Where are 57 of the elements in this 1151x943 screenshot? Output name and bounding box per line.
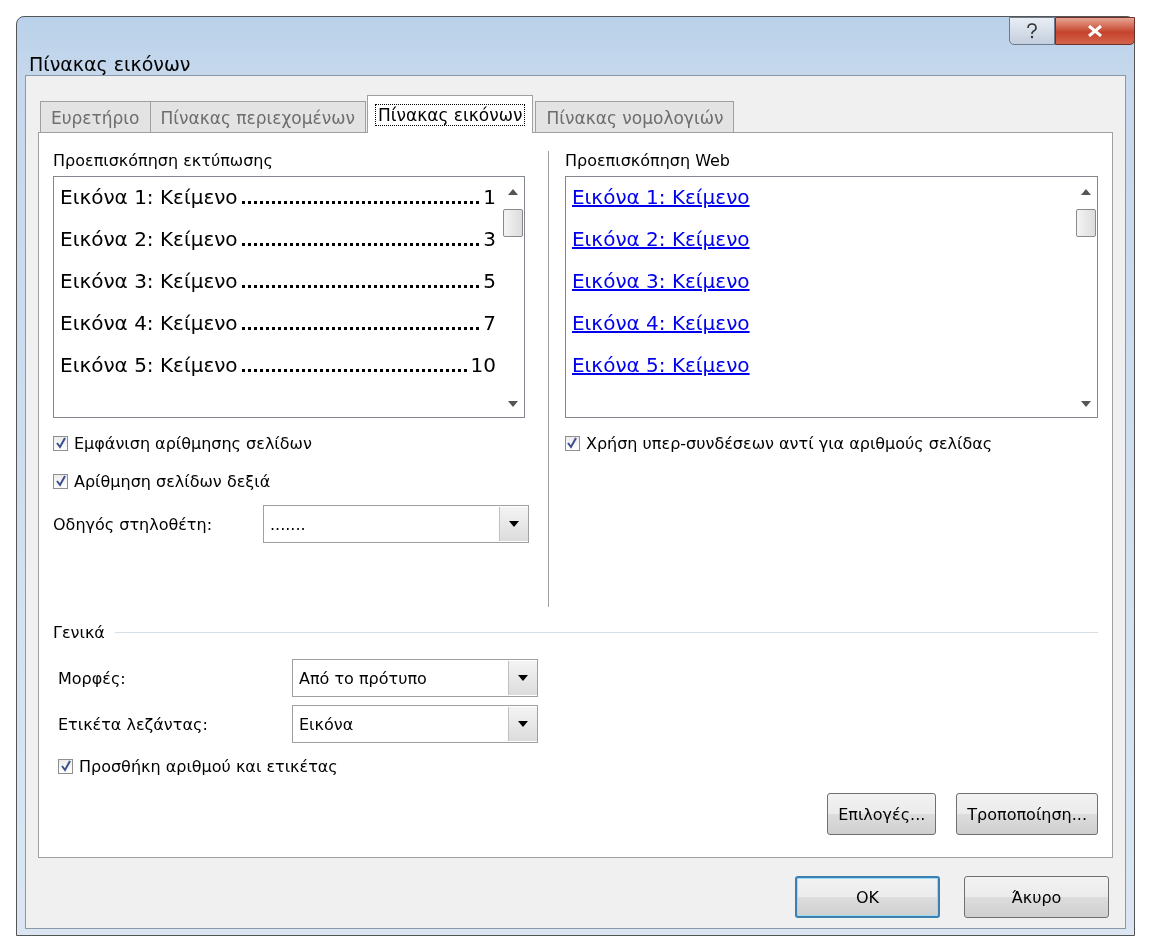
- checkbox-label: Αρίθμηση σελίδων δεξιά: [74, 471, 271, 491]
- button[interactable]: OK: [795, 876, 940, 918]
- hyperlink[interactable]: Εικόνα 1: Κείμενο: [571, 181, 750, 213]
- field-label: Οδηγός στηλοθέτη:: [53, 514, 214, 534]
- scroll-down-arrow-icon: [1081, 401, 1091, 407]
- dropdown-button[interactable]: [499, 507, 528, 541]
- dropdown[interactable]: Εικόνα: [292, 705, 538, 743]
- page-number: 5: [483, 268, 496, 295]
- close-icon: [1088, 25, 1102, 37]
- checkbox[interactable]: [564, 435, 580, 451]
- page-number: 7: [483, 310, 496, 337]
- window-title: Πίνακας εικόνων: [29, 53, 191, 75]
- checkbox-label: Προσθήκη αριθμού και ετικέτας: [79, 756, 338, 776]
- caret-icon: [509, 521, 519, 527]
- tab[interactable]: Πίνακας εικόνων: [367, 95, 534, 133]
- hyperlink[interactable]: Εικόνα 2: Κείμενο: [571, 223, 750, 255]
- button[interactable]: Τροποποίηση...: [956, 793, 1098, 835]
- checkbox-label: Εμφάνιση αρίθμησης σελίδων: [74, 433, 312, 453]
- page-number: 10: [470, 352, 496, 379]
- hyperlink[interactable]: Εικόνα 3: Κείμενο: [571, 265, 750, 297]
- field-label: Ετικέτα λεζάντας:: [58, 714, 209, 734]
- tab[interactable]: Πίνακας νομολογιών: [535, 101, 735, 132]
- question-mark-icon: [1026, 23, 1038, 39]
- checkbox[interactable]: [53, 473, 68, 489]
- caret-icon: [518, 675, 528, 681]
- dropdown-button[interactable]: [508, 661, 537, 695]
- entry-caption: Εικόνα 2: Κείμενο: [60, 226, 238, 253]
- dropdown[interactable]: .......: [263, 505, 529, 543]
- group-label: Γενικά: [53, 622, 105, 642]
- section-label: Προεπισκόπηση εκτύπωσης: [53, 151, 274, 170]
- dropdown[interactable]: Από το πρότυπο: [292, 659, 538, 697]
- close-button[interactable]: [1055, 17, 1135, 45]
- help-button[interactable]: [1009, 17, 1055, 45]
- tab[interactable]: Ευρετήριο: [40, 101, 151, 132]
- page-number: 3: [483, 226, 496, 253]
- field-label: Μορφές:: [58, 668, 127, 688]
- entry-caption: Εικόνα 4: Κείμενο: [60, 310, 238, 337]
- hyperlink[interactable]: Εικόνα 5: Κείμενο: [571, 349, 750, 381]
- scroll-thumb[interactable]: [503, 209, 523, 237]
- dropdown-button[interactable]: [508, 707, 537, 741]
- entry-caption: Εικόνα 5: Κείμενο: [60, 352, 238, 379]
- checkbox[interactable]: [58, 758, 73, 774]
- checkbox[interactable]: [53, 435, 68, 451]
- caret-icon: [518, 721, 528, 727]
- scroll-down-arrow-icon: [508, 401, 518, 407]
- entry-caption: Εικόνα 1: Κείμενο: [60, 184, 238, 211]
- scroll-up-arrow-icon: [1081, 189, 1091, 195]
- scroll-thumb[interactable]: [1076, 209, 1096, 237]
- tab[interactable]: Πίνακας περιεχομένων: [149, 101, 366, 132]
- entry-caption: Εικόνα 3: Κείμενο: [60, 268, 238, 295]
- checkbox-label: Χρήση υπερ-συνδέσεων αντί για αριθμούς σελίδας: [585, 433, 993, 453]
- button[interactable]: Άκυρο: [964, 876, 1109, 918]
- scroll-up-arrow-icon: [508, 189, 518, 195]
- hyperlink[interactable]: Εικόνα 4: Κείμενο: [571, 307, 750, 339]
- page-number: 1: [483, 184, 496, 211]
- button[interactable]: Επιλογές...: [827, 793, 937, 835]
- section-label: Προεπισκόπηση Web: [564, 151, 732, 170]
